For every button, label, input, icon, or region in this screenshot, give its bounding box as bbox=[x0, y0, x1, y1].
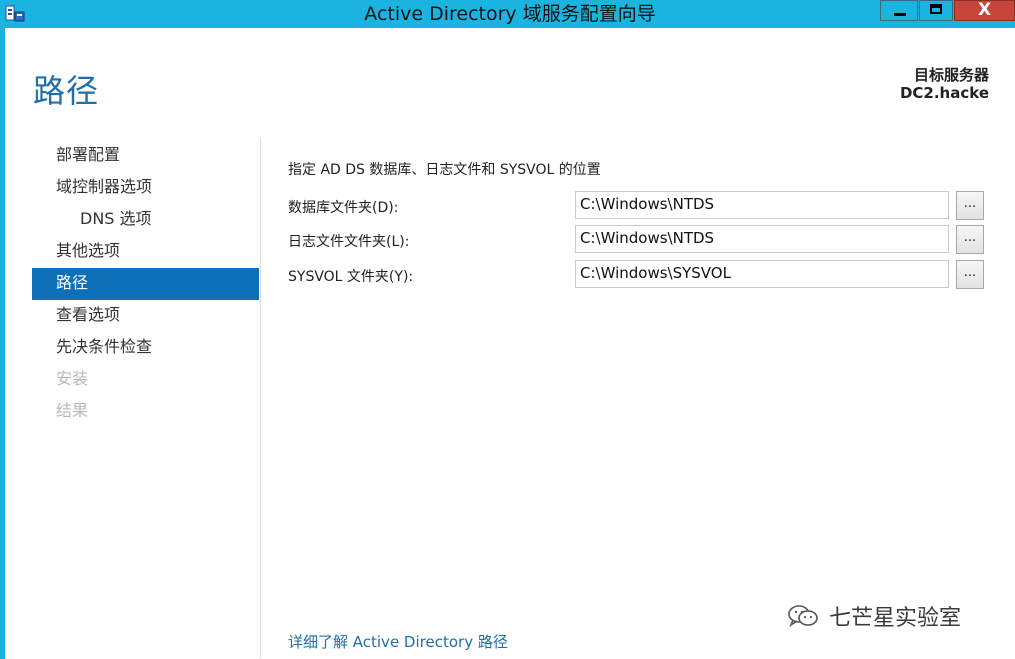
sysvol-folder-browse-button[interactable]: ... bbox=[956, 260, 984, 289]
database-folder-label: 数据库文件夹(D): bbox=[288, 200, 399, 216]
nav-divider bbox=[260, 138, 261, 658]
nav-item-additional-options[interactable]: 其他选项 bbox=[32, 236, 259, 268]
sysvol-folder-label: SYSVOL 文件夹(Y): bbox=[288, 269, 414, 285]
maximize-icon bbox=[930, 4, 942, 14]
app-icon[interactable] bbox=[4, 3, 26, 25]
nav-item-deployment-config[interactable]: 部署配置 bbox=[32, 140, 259, 172]
wizard-content: 路径 目标服务器 DC2.hacke 部署配置 域控制器选项 DNS 选项 其他… bbox=[5, 28, 1015, 659]
nav-item-installation: 安装 bbox=[56, 369, 89, 388]
nav-item-prerequisites-check[interactable]: 先决条件检查 bbox=[32, 332, 259, 364]
window-title: Active Directory 域服务配置向导 bbox=[364, 3, 656, 25]
target-server-label: 目标服务器 bbox=[913, 66, 989, 84]
nav-item-dc-options[interactable]: 域控制器选项 bbox=[32, 172, 259, 204]
target-server-name: DC2.hacke bbox=[899, 84, 989, 102]
nav-item-dns-options[interactable]: DNS 选项 bbox=[32, 204, 259, 236]
database-folder-input[interactable]: C:\Windows\NTDS bbox=[575, 191, 949, 219]
close-icon: X bbox=[977, 0, 992, 20]
wechat-icon bbox=[788, 605, 818, 628]
watermark-text: 七芒星实验室 bbox=[829, 606, 962, 631]
log-folder-input[interactable]: C:\Windows\NTDS bbox=[575, 225, 949, 253]
page-title: 路径 bbox=[33, 72, 100, 110]
minimize-button[interactable] bbox=[880, 0, 918, 21]
section-heading: 指定 AD DS 数据库、日志文件和 SYSVOL 的位置 bbox=[288, 162, 601, 178]
watermark: 七芒星实验室 bbox=[787, 599, 961, 633]
close-button[interactable]: X bbox=[954, 0, 1015, 21]
log-folder-label: 日志文件文件夹(L): bbox=[288, 234, 410, 250]
log-folder-browse-button[interactable]: ... bbox=[956, 225, 984, 254]
wizard-nav: 部署配置 域控制器选项 DNS 选项 其他选项 路径 查看选项 先决条件检查 安… bbox=[32, 140, 259, 428]
sysvol-folder-input[interactable]: C:\Windows\SYSVOL bbox=[575, 260, 949, 288]
nav-item-review-options[interactable]: 查看选项 bbox=[32, 300, 259, 332]
help-link[interactable]: 详细了解 Active Directory 路径 bbox=[288, 631, 508, 652]
nav-item-paths[interactable]: 路径 bbox=[32, 268, 259, 300]
maximize-button[interactable] bbox=[919, 0, 953, 21]
nav-item-results: 结果 bbox=[56, 401, 89, 420]
database-folder-browse-button[interactable]: ... bbox=[956, 191, 984, 220]
title-bar: Active Directory 域服务配置向导 X bbox=[0, 0, 1015, 28]
minimize-icon bbox=[894, 13, 906, 16]
